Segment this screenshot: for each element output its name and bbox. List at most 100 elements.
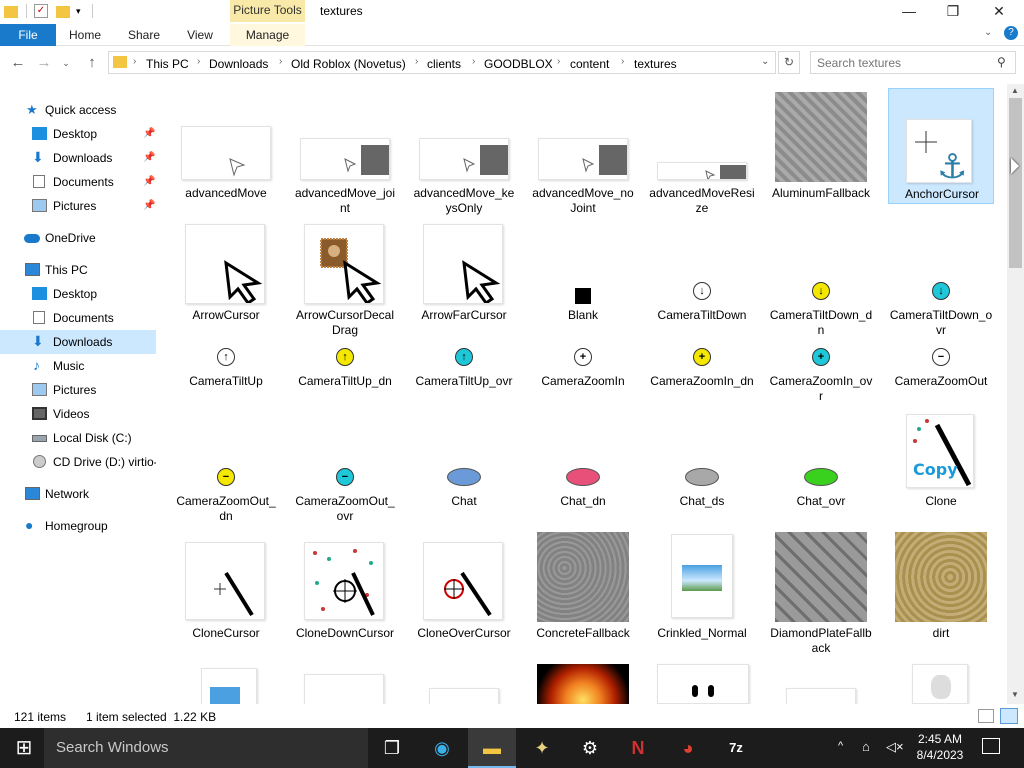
refresh-button[interactable]: ↻ — [778, 51, 800, 74]
tab-view[interactable]: View — [180, 24, 220, 46]
chevron-right-icon[interactable]: › — [133, 56, 136, 67]
up-button[interactable]: ↑ — [82, 53, 102, 73]
edge-icon[interactable]: ◉ — [418, 728, 466, 768]
nav-quick-pictures[interactable]: Pictures 📌 — [0, 194, 156, 218]
chevron-up-icon[interactable]: ^ — [838, 740, 843, 752]
file-item[interactable]: ArrowCursor — [173, 224, 279, 328]
file-item[interactable]: ↑ CameraTiltUp_dn — [292, 346, 398, 406]
breadcrumb-old-roblox[interactable]: Old Roblox (Novetus) — [291, 57, 406, 71]
file-item[interactable] — [768, 664, 874, 704]
file-item[interactable]: Copy Clone — [888, 412, 994, 522]
breadcrumb-this-pc[interactable]: This PC — [146, 57, 189, 71]
minimize-button[interactable]: — — [886, 0, 932, 24]
file-item[interactable]: ↑ CameraTiltUp — [173, 346, 279, 406]
nav-pc-music[interactable]: ♪ Music — [0, 354, 156, 378]
nav-pc-desktop[interactable]: Desktop — [0, 282, 156, 306]
nav-quick-downloads[interactable]: ⬇ Downloads 📌 — [0, 146, 156, 170]
taskbar-search[interactable]: Search Windows — [44, 728, 368, 768]
file-item[interactable]: − CameraZoomOut_dn — [173, 412, 279, 523]
breadcrumb-textures[interactable]: textures — [634, 57, 677, 71]
file-item[interactable]: + CameraZoomIn — [530, 346, 636, 406]
file-item[interactable]: advancedMove_noJoint — [530, 122, 636, 216]
chevron-right-icon[interactable]: › — [415, 56, 418, 67]
nav-this-pc[interactable]: This PC — [0, 258, 156, 282]
file-item[interactable]: DiamondPlateFallback — [768, 532, 874, 656]
recent-locations-icon[interactable]: ⌄ — [56, 53, 76, 73]
file-item[interactable]: ArrowCursorDecalDrag — [292, 224, 398, 337]
breadcrumb-goodblox[interactable]: GOODBLOX — [484, 57, 553, 71]
file-item[interactable] — [411, 664, 517, 704]
forward-button[interactable]: → — [34, 53, 54, 73]
file-item[interactable]: ArrowFarCursor — [411, 224, 517, 328]
nav-pc-local-disk[interactable]: Local Disk (C:) — [0, 426, 156, 450]
file-item[interactable]: dirt — [888, 532, 994, 656]
file-item[interactable]: advancedMove_keysOnly — [411, 122, 517, 216]
windows-start-icon[interactable]: ⊞ — [0, 728, 48, 768]
file-item[interactable] — [888, 664, 994, 704]
details-view-icon[interactable] — [978, 709, 994, 723]
file-item[interactable]: Crinkled_Normal — [649, 532, 755, 656]
nav-quick-access[interactable]: ★ Quick access — [0, 98, 156, 122]
network-tray-icon[interactable]: ⌂ — [862, 739, 870, 754]
file-item[interactable]: advancedMoveResize — [649, 122, 755, 216]
scrollbar-thumb[interactable] — [1009, 98, 1022, 268]
chrome-icon[interactable]: ◕ — [664, 728, 712, 768]
chevron-right-icon[interactable]: › — [557, 56, 560, 67]
search-icon[interactable]: ⚲ — [997, 55, 1006, 69]
breadcrumb-downloads[interactable]: Downloads — [209, 57, 268, 71]
app-icon[interactable]: ✦ — [518, 728, 566, 768]
file-item[interactable]: + CameraZoomIn_dn — [649, 346, 755, 406]
file-item[interactable]: + CameraZoomIn_ovr — [768, 346, 874, 406]
file-item[interactable] — [173, 664, 279, 704]
nav-quick-documents[interactable]: Documents 📌 — [0, 170, 156, 194]
file-item[interactable]: AluminumFallback — [768, 92, 874, 216]
tab-manage[interactable]: Manage — [230, 24, 305, 46]
file-item[interactable]: advancedMove — [173, 122, 279, 202]
tab-home[interactable]: Home — [62, 24, 108, 46]
file-item[interactable]: − CameraZoomOut_ovr — [292, 412, 398, 523]
clock[interactable]: 2:45 AM 8/4/2023 — [910, 731, 970, 763]
file-item[interactable] — [649, 664, 755, 704]
nav-pc-cd-drive[interactable]: CD Drive (D:) virtio- — [0, 450, 156, 474]
maximize-button[interactable]: ❐ — [930, 0, 976, 24]
file-explorer-icon[interactable]: ▬ — [468, 728, 516, 768]
file-item[interactable]: CloneCursor — [173, 532, 279, 656]
nav-quick-desktop[interactable]: Desktop 📌 — [0, 122, 156, 146]
file-item[interactable]: Chat_dn — [530, 412, 636, 522]
quick-access-dropdown-icon[interactable]: ▾ — [76, 4, 90, 18]
file-item[interactable]: Chat_ovr — [768, 412, 874, 522]
chevron-right-icon[interactable]: › — [472, 56, 475, 67]
file-item[interactable]: Blank — [530, 224, 636, 328]
nav-onedrive[interactable]: OneDrive — [0, 226, 156, 250]
search-input[interactable] — [817, 53, 987, 72]
tab-share[interactable]: Share — [122, 24, 166, 46]
breadcrumb-content[interactable]: content — [570, 57, 609, 71]
file-item[interactable] — [530, 664, 636, 704]
file-item[interactable]: CloneOverCursor — [411, 532, 517, 656]
nav-network[interactable]: Network — [0, 482, 156, 506]
tab-file[interactable]: File — [0, 24, 56, 46]
nav-pc-downloads[interactable]: ⬇ Downloads — [0, 330, 156, 354]
file-item[interactable]: − CameraZoomOut — [888, 346, 994, 406]
volume-muted-icon[interactable]: ◁× — [886, 739, 904, 755]
properties-icon[interactable]: ✓ — [34, 4, 48, 18]
nav-homegroup[interactable]: ● Homegroup — [0, 514, 156, 538]
nav-pc-videos[interactable]: Videos — [0, 402, 156, 426]
large-icons-view-icon[interactable] — [1000, 708, 1018, 724]
taskbar-search-input[interactable]: Search Windows — [56, 739, 169, 756]
file-item[interactable]: ↓ CameraTiltDown_dn — [768, 224, 874, 337]
help-icon[interactable]: ? — [1004, 26, 1018, 40]
address-dropdown-icon[interactable]: ⌄ — [761, 56, 769, 67]
file-item[interactable]: CloneDownCursor — [292, 532, 398, 656]
file-item[interactable]: Chat_ds — [649, 412, 755, 522]
scroll-down-icon[interactable]: ▼ — [1011, 690, 1019, 699]
file-item[interactable]: ↑ CameraTiltUp_ovr — [411, 346, 517, 406]
close-button[interactable]: ✕ — [976, 0, 1022, 24]
nav-pc-documents[interactable]: Documents — [0, 306, 156, 330]
expand-ribbon-icon[interactable]: ⌄ — [984, 27, 992, 38]
file-item[interactable]: ↓ CameraTiltDown — [649, 224, 755, 328]
novetus-icon[interactable]: N — [614, 728, 662, 768]
vertical-scrollbar[interactable]: ▲ ▼ — [1007, 84, 1024, 704]
file-item[interactable]: advancedMove_joint — [292, 122, 398, 216]
file-item[interactable]: Chat — [411, 412, 517, 522]
